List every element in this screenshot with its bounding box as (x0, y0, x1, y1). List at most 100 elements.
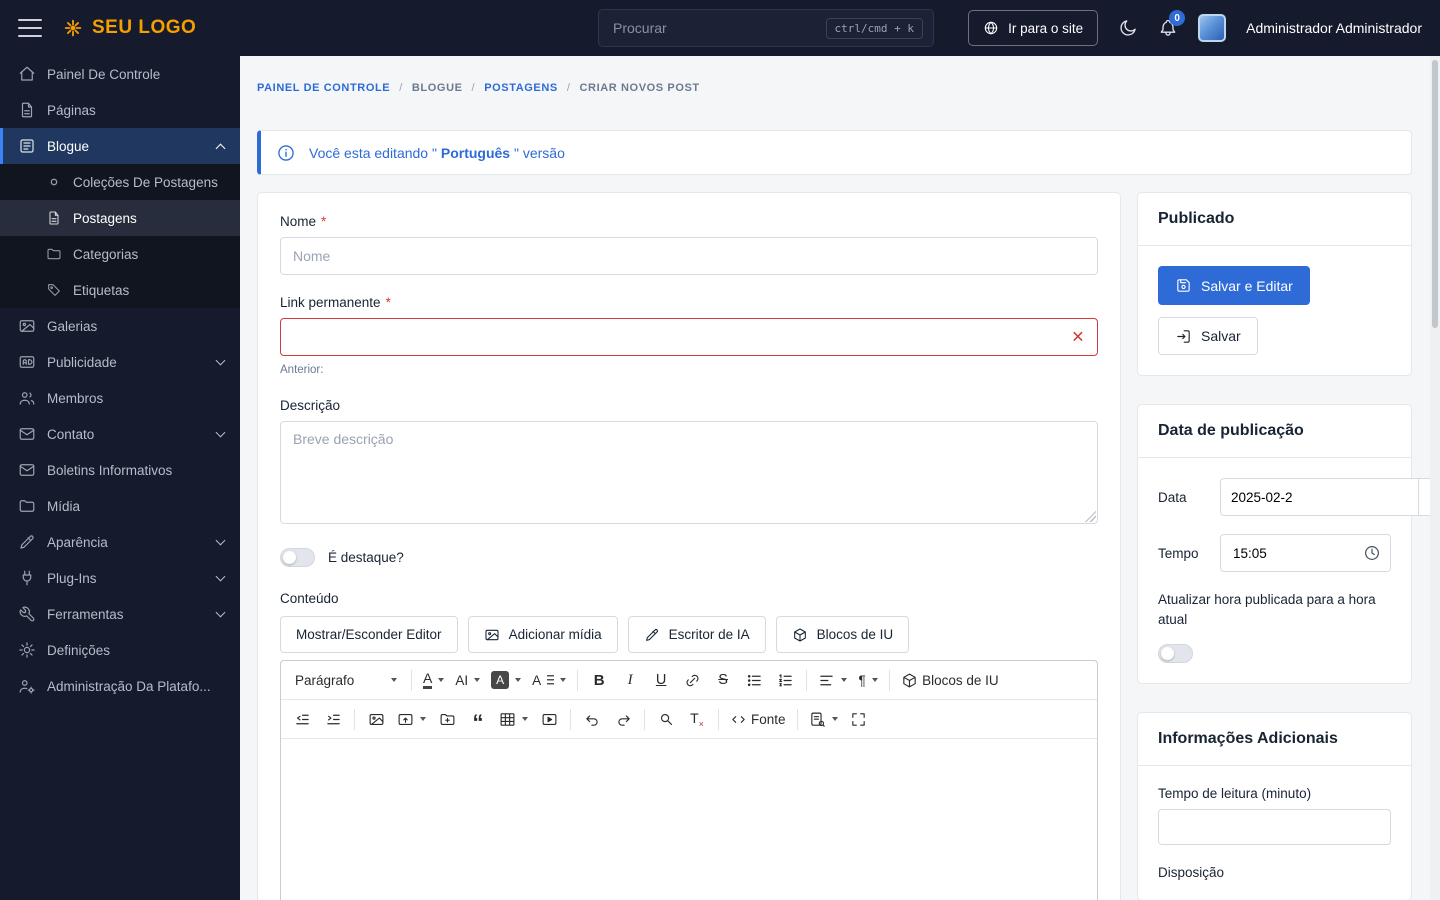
increase-indent-button[interactable] (318, 704, 348, 734)
font-size-button[interactable]: A (527, 665, 571, 695)
sidebar-item-platform-admin[interactable]: Administração Da Platafo... (0, 668, 240, 704)
sidebar-item-dashboard[interactable]: Painel De Controle (0, 56, 240, 92)
source-code-button[interactable]: Fonte (725, 704, 791, 734)
alignment-dropdown[interactable] (813, 665, 852, 695)
remove-format-button[interactable]: T× (682, 704, 712, 734)
upload-image-dropdown[interactable] (392, 704, 431, 734)
text-direction-dropdown[interactable]: ¶ (853, 665, 883, 695)
sidebar-subitem-categories[interactable]: Categorias (0, 236, 240, 272)
undo-button[interactable] (577, 704, 607, 734)
preview-dropdown[interactable] (804, 704, 843, 734)
publication-date-card: Data de publicação Data × Tempo (1137, 404, 1432, 684)
sidebar-item-galleries[interactable]: Galerias (0, 308, 240, 344)
permalink-clear-icon[interactable]: × (1072, 327, 1084, 348)
paragraph-mark-icon: ¶ (858, 672, 866, 688)
sidebar-subitem-posts[interactable]: Postagens (0, 200, 240, 236)
date-input[interactable] (1220, 478, 1418, 516)
alert-language: Português (440, 144, 511, 161)
redo-button[interactable] (608, 704, 638, 734)
breadcrumb-item[interactable]: PAINEL DE CONTROLE (257, 82, 390, 94)
bulleted-list-button[interactable] (739, 665, 769, 695)
avatar[interactable] (1198, 14, 1227, 42)
bold-button[interactable]: B (584, 665, 614, 695)
featured-toggle[interactable] (280, 548, 315, 567)
fullscreen-button[interactable] (844, 704, 874, 734)
video-icon (541, 711, 558, 728)
clock-icon (1363, 544, 1381, 562)
quote-icon: “ (472, 710, 484, 736)
user-name[interactable]: Administrador Administrador (1246, 20, 1422, 36)
chevron-down-icon (215, 571, 226, 582)
dark-mode-toggle[interactable] (1118, 18, 1138, 38)
description-textarea[interactable] (280, 421, 1098, 524)
sidebar-subitem-post-collections[interactable]: Coleções De Postagens (0, 164, 240, 200)
font-color-button[interactable]: A (418, 665, 449, 695)
ai-commands-button[interactable]: AI (450, 665, 485, 695)
logo[interactable]: SEU LOGO (62, 17, 196, 39)
blockquote-button[interactable]: “ (463, 704, 493, 734)
media-embed-button[interactable] (534, 704, 564, 734)
toggle-editor-button[interactable]: Mostrar/Esconder Editor (280, 616, 458, 653)
notification-count-badge: 0 (1169, 10, 1186, 26)
insert-table-dropdown[interactable] (494, 704, 533, 734)
sidebar-item-plugins[interactable]: Plug-Ins (0, 560, 240, 596)
sidebar-item-blog[interactable]: Blogue (0, 128, 240, 164)
background-color-button[interactable]: A (486, 665, 526, 695)
menu-toggle-icon[interactable] (18, 19, 42, 37)
breadcrumb-item[interactable]: POSTAGENS (484, 82, 558, 94)
contact-icon (18, 425, 36, 443)
sidebar-item-contact[interactable]: Contato (0, 416, 240, 452)
rich-text-editor: Parágrafo A AI A A B I U S ¶ Blocos de I… (280, 660, 1098, 900)
sidebar-item-appearance[interactable]: Aparência (0, 524, 240, 560)
insert-image-button[interactable] (361, 704, 391, 734)
media-library-button[interactable] (432, 704, 462, 734)
strikethrough-button[interactable]: S (708, 665, 738, 695)
media-icon (18, 497, 36, 515)
paragraph-style-dropdown[interactable]: Parágrafo (287, 665, 405, 695)
name-input[interactable] (280, 237, 1098, 275)
permalink-input[interactable] (280, 318, 1098, 356)
sidebar-item-pages[interactable]: Páginas (0, 92, 240, 128)
sidebar-item-settings[interactable]: Definições (0, 632, 240, 668)
read-time-label: Tempo de leitura (minuto) (1158, 785, 1312, 801)
scrollbar-thumb[interactable] (1432, 60, 1438, 328)
go-to-site-button[interactable]: Ir para o site (968, 10, 1099, 46)
ui-blocks-button[interactable]: Blocos de IU (775, 616, 910, 653)
sidebar-item-members[interactable]: Membros (0, 380, 240, 416)
sidebar-item-tools[interactable]: Ferramentas (0, 596, 240, 632)
notifications-button[interactable]: 0 (1158, 10, 1186, 38)
logo-text: SEU LOGO (92, 17, 197, 38)
save-button[interactable]: Salvar (1158, 317, 1258, 355)
cube-icon (792, 627, 808, 643)
global-search[interactable]: ctrl/cmd + k (598, 9, 934, 47)
numbered-list-button[interactable] (770, 665, 800, 695)
bulleted-list-icon (746, 672, 763, 689)
description-label: Descrição (280, 398, 341, 413)
main-content: PAINEL DE CONTROLE / BLOGUE / POSTAGENS … (240, 56, 1432, 900)
editor-ui-blocks-button[interactable]: Blocos de IU (896, 665, 1004, 695)
italic-button[interactable]: I (615, 665, 645, 695)
permalink-previous-note: Anterior: (280, 364, 324, 376)
sidebar-item-newsletters[interactable]: Boletins Informativos (0, 452, 240, 488)
read-time-input[interactable] (1158, 808, 1391, 845)
search-input[interactable] (613, 20, 826, 36)
date-label: Data (1158, 489, 1187, 505)
save-and-edit-button[interactable]: Salvar e Editar (1158, 266, 1310, 305)
breadcrumb: PAINEL DE CONTROLE / BLOGUE / POSTAGENS … (257, 82, 700, 94)
add-media-button[interactable]: Adicionar mídia (467, 616, 618, 653)
link-button[interactable] (677, 665, 707, 695)
sidebar: Painel De Controle Páginas Blogue Coleçõ… (0, 56, 240, 900)
find-replace-button[interactable] (651, 704, 681, 734)
sidebar-item-ads[interactable]: Publicidade (0, 344, 240, 380)
folder-icon (46, 246, 62, 262)
sidebar-item-media[interactable]: Mídia (0, 488, 240, 524)
save-exit-icon (1175, 328, 1192, 345)
editor-content-area[interactable] (281, 739, 1097, 900)
sidebar-subitem-tags[interactable]: Etiquetas (0, 272, 240, 308)
ai-writer-button[interactable]: Escritor de IA (627, 616, 766, 653)
post-form-card: Nome* Link permanente* × Anterior: Descr… (257, 192, 1121, 900)
language-editing-alert: Você esta editando " Português " versão (257, 130, 1412, 175)
decrease-indent-button[interactable] (287, 704, 317, 734)
underline-button[interactable]: U (646, 665, 676, 695)
update-time-toggle[interactable] (1158, 643, 1193, 663)
